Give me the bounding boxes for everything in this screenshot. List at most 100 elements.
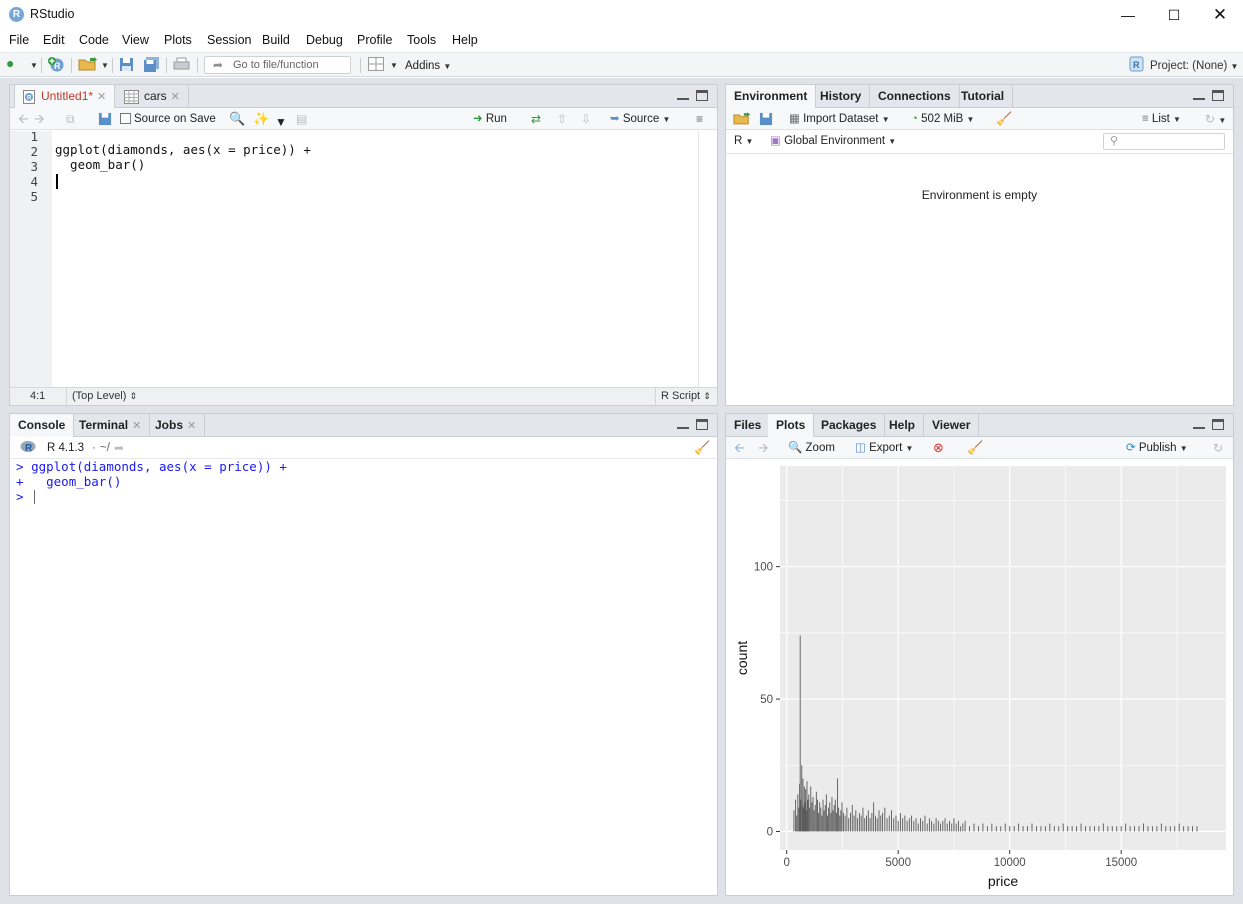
memory-usage-button[interactable]: ◔ 502 MiB ▼ [911,111,974,128]
close-tab-icon[interactable]: ✕ [132,420,141,432]
minimize-pane-icon[interactable] [677,422,689,429]
workspace-panes-icon[interactable] [368,57,384,73]
new-file-dropdown-icon[interactable]: ▼ [30,58,38,74]
close-tab-icon[interactable]: ✕ [171,91,180,103]
tab-cars[interactable]: cars ✕ [116,85,189,108]
next-plot-icon[interactable]: 🡪 [758,440,769,456]
zoom-button[interactable]: 🔍 Zoom [788,440,835,456]
document-outline-icon[interactable]: ≡ [696,111,703,127]
menu-code[interactable]: Code [79,33,109,47]
menu-edit[interactable]: Edit [43,33,65,47]
import-dataset-button[interactable]: ▦ Import Dataset ▼ [789,111,890,128]
forward-arrow-icon[interactable]: 🡪 [34,111,45,127]
code-editor[interactable]: ggplot(diamonds, aes(x = price)) + geom_… [52,131,698,387]
close-tab-icon[interactable]: ✕ [97,91,106,103]
export-button[interactable]: ◫ Export ▼ [855,440,913,457]
source-button[interactable]: ➥ Source ▼ [610,111,670,128]
minimize-pane-icon[interactable] [1193,422,1205,429]
find-replace-icon[interactable]: 🔍 [229,111,245,127]
menu-debug[interactable]: Debug [306,33,343,47]
menu-session[interactable]: Session [207,33,251,47]
save-workspace-icon[interactable] [759,112,773,130]
close-button[interactable]: ✕ [1197,0,1243,30]
new-file-icon[interactable]: ● [6,55,14,71]
maximize-pane-icon[interactable] [696,90,708,101]
workspace-panes-dropdown-icon[interactable]: ▼ [390,58,398,74]
environment-empty-message: Environment is empty [921,188,1038,202]
save-icon[interactable] [119,57,134,73]
tab-history[interactable]: History [812,85,871,108]
checkbox-box[interactable] [120,113,131,124]
tab-viewer[interactable]: Viewer [924,414,980,437]
maximize-button[interactable]: ☐ [1151,0,1197,30]
code-tools-dropdown-icon[interactable]: ▼ [275,114,287,130]
save-file-icon[interactable] [98,112,112,130]
clear-plots-broom-icon[interactable]: 🧹 [967,440,983,456]
tab-plots[interactable]: Plots [768,414,815,438]
compile-report-icon[interactable]: ▤ [296,111,307,127]
tab-tutorial[interactable]: Tutorial [953,85,1014,108]
open-folder-icon[interactable] [78,56,98,72]
go-previous-section-icon[interactable]: ⇧ [557,111,567,127]
new-project-icon[interactable]: R [47,56,65,72]
go-next-section-icon[interactable]: ⇩ [581,111,591,127]
tab-files[interactable]: Files [726,414,771,437]
chart-bar [1134,826,1136,832]
menu-build[interactable]: Build [262,33,290,47]
refresh-plot-icon[interactable]: ↻ [1213,440,1223,456]
clear-console-broom-icon[interactable]: 🧹 [694,440,710,456]
x-tick-label: 10000 [994,857,1026,869]
file-type-selector[interactable]: R Script ⇕ [661,390,711,402]
minimize-pane-icon[interactable] [1193,93,1205,100]
addins-menu[interactable]: Addins ▼ [405,58,451,74]
source-on-save-checkbox[interactable]: Source on Save [120,111,216,127]
maximize-pane-icon[interactable] [696,419,708,430]
open-recent-dropdown-icon[interactable]: ▼ [101,58,109,74]
chart-bar [1129,826,1131,832]
save-all-icon[interactable] [143,57,160,73]
menu-tools[interactable]: Tools [407,33,436,47]
tab-terminal[interactable]: Terminal ✕ [71,414,151,437]
tab-untitled1[interactable]: R Untitled1* ✕ [14,85,116,109]
code-tools-wand-icon[interactable]: ✨ [253,111,269,127]
publish-button[interactable]: ⟳ Publish ▼ [1126,440,1188,457]
chart-bar [813,810,815,832]
refresh-icon[interactable]: ↻ ▼ [1205,111,1226,129]
tab-packages[interactable]: Packages [813,414,886,437]
go-to-directory-icon[interactable]: ➦ [114,440,124,456]
rerun-icon[interactable]: ⇄ [531,111,541,127]
print-icon[interactable] [173,57,190,73]
load-workspace-icon[interactable] [733,111,751,130]
tab-jobs[interactable]: Jobs ✕ [147,414,206,437]
minimize-button[interactable]: — [1105,0,1151,30]
tab-connections[interactable]: Connections [870,85,960,108]
remove-plot-icon[interactable]: ⊗ [933,440,944,456]
goto-file-function-input[interactable]: ➦ Go to file/function [204,56,351,74]
previous-plot-icon[interactable]: 🡨 [734,440,745,456]
view-mode-list-button[interactable]: ≡ List ▼ [1142,111,1181,128]
menu-file[interactable]: File [9,33,29,47]
menu-profile[interactable]: Profile [357,33,392,47]
back-arrow-icon[interactable]: 🡨 [18,111,29,127]
scope-selector[interactable]: (Top Level) ⇕ [72,390,137,402]
show-in-window-icon[interactable]: ⧉ [66,111,75,127]
maximize-pane-icon[interactable] [1212,90,1224,101]
run-button[interactable]: ➜ Run [473,111,507,127]
close-tab-icon[interactable]: ✕ [187,420,196,432]
clear-workspace-broom-icon[interactable]: 🧹 [996,111,1012,127]
maximize-pane-icon[interactable] [1212,419,1224,430]
tab-help[interactable]: Help [881,414,925,437]
language-selector[interactable]: R ▼ [734,133,753,150]
tab-environment[interactable]: Environment [726,85,817,109]
environment-search-input[interactable]: ⚲ [1103,133,1225,150]
line-number-gutter: 1 2 3 4 5 [10,129,52,391]
global-environment-selector[interactable]: ▣ Global Environment ▼ [770,133,896,150]
environment-scope-bar: R ▼ ▣ Global Environment ▼ ⚲ [726,130,1233,154]
project-menu[interactable]: Project: (None) ▼ [1150,58,1238,74]
tab-console[interactable]: Console [10,414,75,438]
menu-plots[interactable]: Plots [164,33,192,47]
menu-view[interactable]: View [122,33,149,47]
minimize-pane-icon[interactable] [677,93,689,100]
console-output[interactable]: > ggplot(diamonds, aes(x = price)) + + g… [10,459,717,895]
menu-help[interactable]: Help [452,33,478,47]
